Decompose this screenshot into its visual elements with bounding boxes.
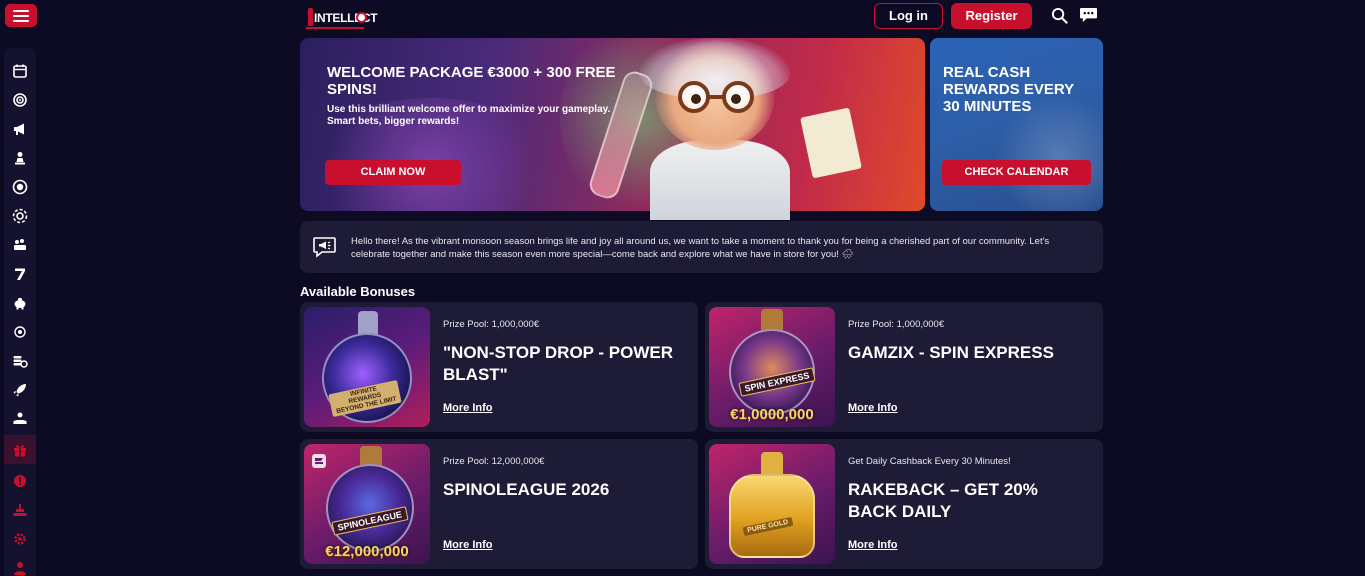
megaphone-icon [14, 123, 24, 135]
sidebar-item-bonuses[interactable] [4, 435, 36, 464]
bonus-subtitle: Get Daily Cashback Every 30 Minutes! [848, 456, 1011, 467]
logo-text: INTELLECT [314, 11, 378, 25]
sidebar-item-cashback[interactable] [4, 404, 36, 433]
bonus-card-spin-express[interactable]: SPIN EXPRESS €1,0000,000 Prize Pool: 1,0… [705, 302, 1103, 432]
section-title: Available Bonuses [300, 284, 416, 299]
chip-icon [12, 179, 28, 194]
search-icon[interactable] [1051, 7, 1068, 24]
sidebar-item-target[interactable] [4, 85, 36, 114]
sidebar-item-strategy[interactable] [4, 143, 36, 172]
chess-pawn-icon [15, 151, 25, 164]
bonus-title: "NON-STOP DROP - POWER BLAST" [443, 343, 674, 384]
sidebar-item-slots[interactable] [4, 259, 36, 288]
wheel-icon [14, 325, 26, 338]
chat-icon[interactable] [1079, 7, 1098, 24]
live-icon [14, 474, 26, 487]
sidebar-item-promotions[interactable] [4, 114, 36, 143]
welcome-title: WELCOME PACKAGE €3000 + 300 FREE SPINS! [327, 64, 616, 98]
scientist-illustration [650, 140, 790, 220]
sidebar-item-chip[interactable] [4, 172, 36, 201]
bonus-thumbnail: INFINITE REWARDS BEYOND THE LIMIT [304, 307, 430, 427]
bonus-thumbnail: SPIN EXPRESS €1,0000,000 [709, 307, 835, 427]
bonus-card-rakeback[interactable]: PURE GOLD Get Daily Cashback Every 30 Mi… [705, 439, 1103, 569]
sidebar [4, 48, 36, 576]
sidebar-item-lottery[interactable] [4, 230, 36, 259]
sidebar-item-crash[interactable] [4, 375, 36, 404]
bonus-subtitle: Prize Pool: 1,000,000€ [848, 319, 945, 330]
logo[interactable]: INTELLECT [306, 6, 378, 30]
thumb-amount: €1,0000,000 [730, 406, 814, 423]
calendar-icon [13, 64, 27, 78]
bonus-card-non-stop-drop[interactable]: INFINITE REWARDS BEYOND THE LIMIT Prize … [300, 302, 698, 432]
settings-icon [14, 532, 26, 545]
more-info-link[interactable]: More Info [848, 539, 898, 551]
menu-button[interactable] [5, 4, 37, 27]
claim-now-button[interactable]: CLAIM NOW [325, 160, 461, 185]
poker-chip-icon [12, 208, 28, 223]
sidebar-item-poker[interactable] [4, 201, 36, 230]
bonus-title: RAKEBACK – GET 20% BACK DAILY [848, 480, 1038, 521]
announcement-text: Hello there! As the vibrant monsoon seas… [351, 236, 1050, 260]
trophy-icon [13, 503, 27, 516]
target-icon [13, 92, 27, 107]
announcement-icon [313, 237, 336, 258]
check-calendar-button[interactable]: CHECK CALENDAR [942, 160, 1091, 185]
rocket-icon [13, 383, 26, 396]
more-info-link[interactable]: More Info [848, 402, 898, 414]
sidebar-item-savings[interactable] [4, 288, 36, 317]
bonus-subtitle: Prize Pool: 12,000,000€ [443, 456, 545, 467]
sidebar-item-live[interactable] [4, 466, 36, 495]
piggy-bank-icon [14, 297, 26, 309]
bonus-title: GAMZIX - SPIN EXPRESS [848, 343, 1054, 362]
provider-logo-icon [312, 454, 326, 468]
user-icon [14, 561, 26, 575]
bonus-thumbnail: SPINOLEAGUE €12,000,000 [304, 444, 430, 564]
bonus-thumbnail: PURE GOLD [709, 444, 835, 564]
bonus-card-spinoleague[interactable]: SPINOLEAGUE €12,000,000 Prize Pool: 12,0… [300, 439, 698, 569]
coins-icon [13, 355, 28, 368]
welcome-description: Use this brilliant welcome offer to maxi… [327, 104, 611, 127]
bonus-subtitle: Prize Pool: 1,000,000€ [443, 319, 540, 330]
cash-rewards-title: REAL CASH REWARDS EVERY 30 MINUTES [943, 64, 1074, 115]
sidebar-item-profile[interactable] [4, 553, 36, 576]
login-button[interactable]: Log in [874, 3, 943, 29]
sidebar-item-coins[interactable] [4, 346, 36, 375]
sidebar-item-settings[interactable] [4, 524, 36, 553]
register-button[interactable]: Register [951, 3, 1032, 29]
gift-icon [14, 444, 26, 456]
lottery-icon [14, 238, 26, 250]
hand-coins-icon [13, 412, 27, 424]
more-info-link[interactable]: More Info [443, 539, 493, 551]
sidebar-item-wheel[interactable] [4, 317, 36, 346]
thumb-amount: €12,000,000 [325, 543, 409, 560]
sidebar-item-tournaments[interactable] [4, 495, 36, 524]
sidebar-item-calendar[interactable] [4, 56, 36, 85]
menu-icon [13, 9, 29, 12]
bonus-title: SPINOLEAGUE 2026 [443, 480, 610, 499]
seven-icon [15, 268, 25, 280]
glasses-illustration [678, 81, 754, 113]
more-info-link[interactable]: More Info [443, 402, 493, 414]
